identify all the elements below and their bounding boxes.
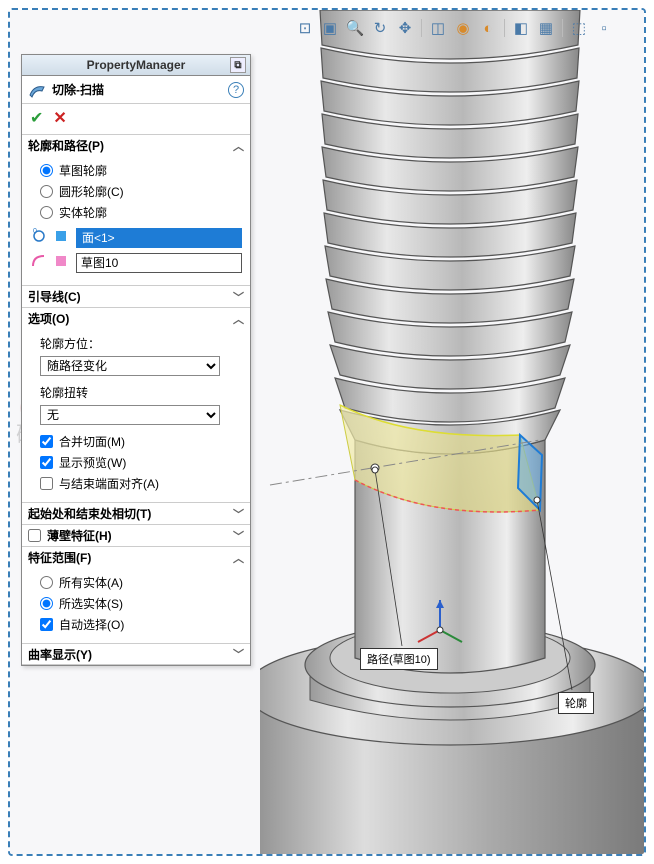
property-manager-panel: PropertyManager ⧉ 切除-扫描 ? ✔ ✕ 轮廓和路径(P) ︿… xyxy=(21,54,251,666)
section-scope[interactable]: 特征范围(F) ︿ xyxy=(22,546,250,568)
pm-title-bar: PropertyManager ⧉ xyxy=(22,54,250,76)
twist-label: 轮廓扭转 xyxy=(40,382,242,403)
profile-selection-box[interactable]: 面<1> xyxy=(76,228,242,248)
radio-solid-profile[interactable]: 实体轮廓 xyxy=(40,202,242,223)
check-merge[interactable]: 合并切面(M) xyxy=(40,431,242,452)
section-profile-path[interactable]: 轮廓和路径(P) ︿ xyxy=(22,134,250,156)
hide-show-icon[interactable]: ▦ xyxy=(535,17,557,39)
chevron-down-icon: ﹀ xyxy=(233,646,244,662)
profile-color-icon xyxy=(54,229,72,246)
orientation-label: 轮廓方位： xyxy=(40,333,242,354)
pan-icon[interactable]: ✥ xyxy=(394,17,416,39)
chevron-down-icon: ﹀ xyxy=(233,528,244,544)
apply-scene-icon[interactable]: ▫ xyxy=(593,17,615,39)
radio-sketch-profile[interactable]: 草图轮廓 xyxy=(40,160,242,181)
radio-all-bodies[interactable]: 所有实体(A) xyxy=(40,572,242,593)
section-guide[interactable]: 引导线(C) ﹀ xyxy=(22,285,250,307)
chevron-down-icon: ﹀ xyxy=(233,289,244,305)
section-view-icon[interactable]: ◫ xyxy=(427,17,449,39)
chevron-up-icon: ︿ xyxy=(233,550,244,566)
path-icon xyxy=(28,252,50,273)
check-align-end[interactable]: 与结束端面对齐(A) xyxy=(40,473,242,494)
rotate-icon[interactable]: ↻ xyxy=(369,17,391,39)
pin-icon[interactable]: ⧉ xyxy=(230,57,246,73)
ok-button[interactable]: ✔ xyxy=(30,108,43,128)
cad-model xyxy=(260,10,646,856)
section-start-end[interactable]: 起始处和结束处相切(T) ﹀ xyxy=(22,502,250,524)
radio-selected-bodies[interactable]: 所选实体(S) xyxy=(40,593,242,614)
zoom-fit-icon[interactable]: ⊡ xyxy=(294,17,316,39)
pm-title: PropertyManager xyxy=(87,58,186,72)
orientation-dropdown[interactable]: 随路径变化 xyxy=(40,356,220,376)
check-preview[interactable]: 显示预览(W) xyxy=(40,452,242,473)
chevron-up-icon: ︿ xyxy=(233,138,244,154)
section-thin[interactable]: 薄壁特征(H) ﹀ xyxy=(22,524,250,546)
cancel-button[interactable]: ✕ xyxy=(53,108,66,128)
check-auto-select[interactable]: 自动选择(O) xyxy=(40,614,242,635)
section-options[interactable]: 选项(O) ︿ xyxy=(22,307,250,329)
view-toolbar: ⊡ ▣ 🔍 ↻ ✥ ◫ ◉ ◐ ◧ ▦ ⬚ ▫ xyxy=(265,10,644,46)
display-style-icon[interactable]: ◉ xyxy=(452,17,474,39)
help-icon[interactable]: ? xyxy=(228,82,244,98)
twist-dropdown[interactable]: 无 xyxy=(40,405,220,425)
swept-cut-icon xyxy=(28,81,46,99)
scene-icon[interactable]: ◐ xyxy=(477,17,499,39)
feature-name: 切除-扫描 xyxy=(52,81,228,98)
thin-checkbox[interactable] xyxy=(28,529,41,542)
view-orient-icon[interactable]: ⬚ xyxy=(568,17,590,39)
view-cube-icon[interactable]: ◧ xyxy=(510,17,532,39)
zoom-area-icon[interactable]: ▣ xyxy=(319,17,341,39)
zoom-icon[interactable]: 🔍 xyxy=(344,17,366,39)
radio-circle-profile[interactable]: 圆形轮廓(C) xyxy=(40,181,242,202)
chevron-up-icon: ︿ xyxy=(233,311,244,327)
section-curvature[interactable]: 曲率显示(Y) ﹀ xyxy=(22,643,250,665)
annotation-path[interactable]: 路径(草图10) xyxy=(360,648,438,670)
profile-icon: 0 xyxy=(28,227,50,248)
path-selection-box[interactable]: 草图10 xyxy=(76,253,242,273)
chevron-down-icon: ﹀ xyxy=(233,506,244,522)
path-color-icon xyxy=(54,254,72,271)
svg-text:0: 0 xyxy=(33,228,37,235)
annotation-profile[interactable]: 轮廓 xyxy=(558,692,594,714)
